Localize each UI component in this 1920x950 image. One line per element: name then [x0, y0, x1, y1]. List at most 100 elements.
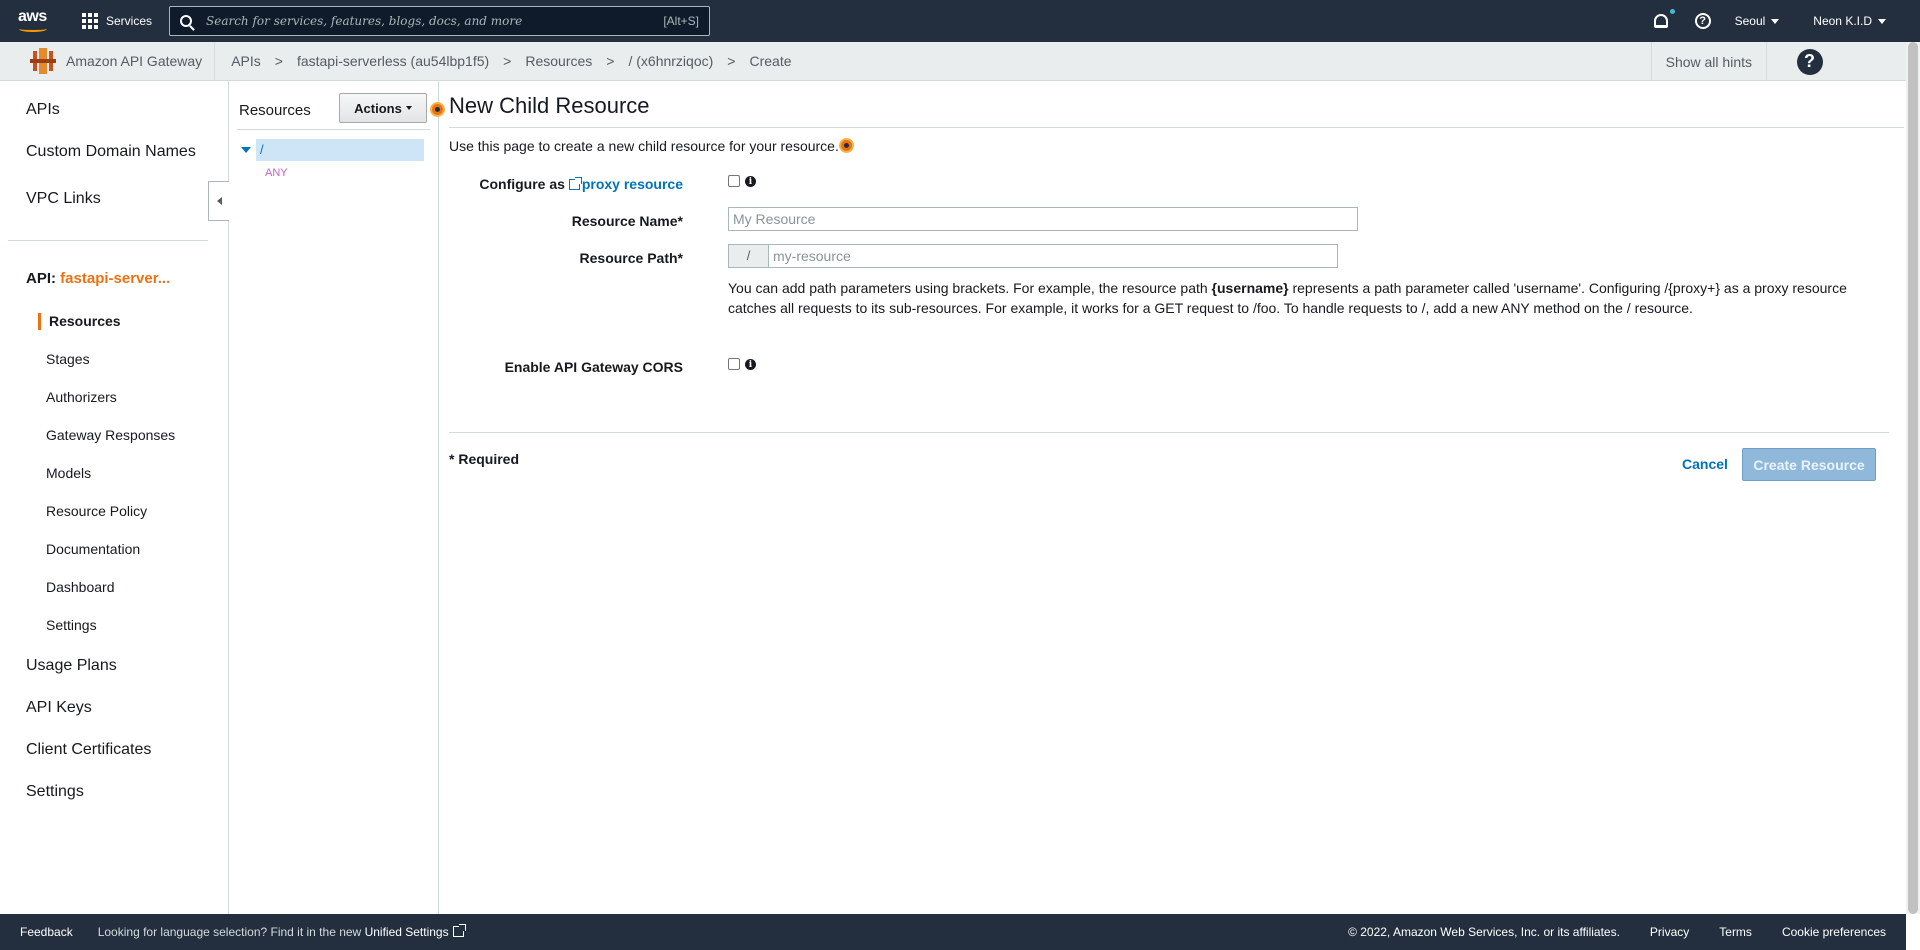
active-indicator	[38, 313, 41, 330]
help-button[interactable]: ?	[1693, 11, 1713, 31]
nav-api-heading[interactable]: API: fastapi-server...	[26, 270, 170, 287]
configure-prefix: Configure as	[479, 176, 565, 192]
search-icon	[180, 15, 192, 27]
services-label: Services	[106, 14, 153, 28]
cors-checkbox[interactable]	[728, 358, 740, 370]
resource-path-label: Resource Path*	[579, 250, 683, 266]
nav-item-apis[interactable]: APIs	[26, 101, 60, 119]
external-link-icon	[568, 177, 582, 190]
nav-item-authorizers[interactable]: Authorizers	[46, 389, 117, 405]
breadcrumb-separator: >	[606, 53, 615, 69]
language-notice: Looking for language selection? Find it …	[97, 924, 466, 939]
nav-item-api-keys[interactable]: API Keys	[26, 699, 92, 717]
resource-path-help: You can add path parameters using bracke…	[728, 278, 1888, 318]
nav-item-stages[interactable]: Stages	[46, 351, 90, 367]
breadcrumb-resource[interactable]: / (x6hnrziqoc)	[628, 53, 713, 69]
proxy-resource-checkbox[interactable]	[728, 175, 740, 187]
show-all-hints-label: Show all hints	[1665, 53, 1752, 70]
service-name-link[interactable]: Amazon API Gateway	[66, 53, 202, 69]
account-menu[interactable]: Neon K.I.D	[1813, 14, 1886, 28]
nav-api-name: fastapi-server...	[60, 270, 171, 287]
resources-panel-title: Resources	[239, 102, 311, 119]
proxy-resource-link[interactable]: proxy resource	[568, 176, 683, 192]
tree-expand-icon[interactable]	[241, 147, 251, 153]
info-icon[interactable]: i	[745, 176, 756, 187]
resource-path-input[interactable]: my-resource	[768, 244, 1338, 268]
resource-tree-root[interactable]: /	[256, 139, 424, 161]
footer-link-privacy[interactable]: Privacy	[1650, 925, 1689, 939]
page-scrollbar[interactable]	[1906, 42, 1920, 914]
nav-item-documentation[interactable]: Documentation	[46, 541, 140, 557]
intro-text: Use this page to create a new child reso…	[449, 138, 839, 154]
grid-icon	[82, 13, 98, 29]
nav-item-gateway-responses[interactable]: Gateway Responses	[46, 427, 175, 443]
main-content: New Child Resource Use this page to crea…	[440, 81, 1906, 914]
breadcrumb: APIs > fastapi-serverless (au54lbp1f5) >…	[231, 53, 791, 69]
nav-item-usage-plans[interactable]: Usage Plans	[26, 657, 117, 675]
help-icon: ?	[1796, 48, 1823, 75]
resource-method-any[interactable]: ANY	[265, 167, 288, 179]
breadcrumb-apis[interactable]: APIs	[231, 53, 261, 69]
page-title: New Child Resource	[449, 93, 650, 118]
page-help-button[interactable]: ?	[1766, 42, 1852, 81]
footer-link-cookie-preferences[interactable]: Cookie preferences	[1782, 925, 1886, 939]
hint-marker-icon[interactable]	[839, 138, 854, 153]
nav-api-prefix: API:	[26, 270, 56, 287]
breadcrumb-bar: Amazon API Gateway APIs > fastapi-server…	[0, 41, 1906, 81]
search-placeholder: Search for services, features, blogs, do…	[206, 14, 523, 28]
nav-item-client-certificates[interactable]: Client Certificates	[26, 741, 151, 759]
collapse-nav-button[interactable]	[208, 181, 229, 221]
services-menu-button[interactable]: Services	[82, 0, 152, 42]
resource-name-input[interactable]: My Resource	[728, 207, 1358, 231]
nav-item-resources[interactable]: Resources	[49, 313, 121, 329]
nav-divider	[8, 240, 208, 241]
feedback-link[interactable]: Feedback	[20, 925, 73, 939]
region-label: Seoul	[1734, 14, 1766, 28]
breadcrumb-resources[interactable]: Resources	[525, 53, 592, 69]
unified-settings-link[interactable]: Unified Settings	[364, 924, 466, 939]
caret-down-icon	[1878, 18, 1886, 24]
copyright-text: © 2022, Amazon Web Services, Inc. or its…	[1348, 925, 1620, 939]
unified-settings-label: Unified Settings	[364, 925, 449, 939]
notification-dot	[1669, 9, 1675, 14]
form-divider	[449, 432, 1889, 433]
scrollbar-thumb[interactable]	[1908, 42, 1918, 914]
info-icon[interactable]: i	[745, 359, 756, 370]
nav-item-vpc-links[interactable]: VPC Links	[26, 190, 101, 208]
aws-smile-icon	[19, 26, 47, 32]
help-text-1: You can add path parameters using bracke…	[728, 280, 1208, 296]
api-gateway-logo-icon	[30, 48, 56, 74]
configure-proxy-label: Configure as proxy resource	[479, 176, 683, 192]
nav-item-api-settings[interactable]: Settings	[46, 617, 97, 633]
notifications-button[interactable]	[1651, 9, 1675, 31]
nav-item-resource-policy[interactable]: Resource Policy	[46, 503, 147, 519]
required-note: * Required	[449, 451, 520, 467]
create-resource-button[interactable]: Create Resource	[1742, 448, 1876, 481]
breadcrumb-separator: >	[503, 53, 512, 69]
divider	[237, 129, 431, 130]
help-text-bold: {username}	[1211, 280, 1289, 296]
aws-logo[interactable]: aws	[18, 8, 50, 34]
show-all-hints-button[interactable]: Show all hints	[1650, 42, 1752, 81]
nav-item-dashboard[interactable]: Dashboard	[46, 579, 115, 595]
nav-item-models[interactable]: Models	[46, 465, 91, 481]
nav-item-custom-domain-names[interactable]: Custom Domain Names	[26, 143, 196, 161]
actions-label: Actions	[354, 100, 402, 116]
divider	[214, 41, 216, 81]
footer-link-terms[interactable]: Terms	[1719, 925, 1752, 939]
help-icon: ?	[1694, 13, 1711, 29]
resources-panel: Resources Actions / ANY	[229, 81, 445, 914]
aws-logo-text: aws	[18, 8, 47, 25]
region-menu[interactable]: Seoul	[1735, 14, 1780, 28]
language-notice-text: Looking for language selection? Find it …	[97, 925, 362, 939]
proxy-resource-label: proxy resource	[581, 176, 683, 192]
left-navigation: APIs Custom Domain Names VPC Links API: …	[0, 81, 229, 914]
bell-icon	[1653, 14, 1668, 28]
nav-item-settings[interactable]: Settings	[26, 783, 84, 801]
cors-label: Enable API Gateway CORS	[504, 359, 683, 375]
cancel-button[interactable]: Cancel	[1682, 456, 1728, 472]
search-input[interactable]: Search for services, features, blogs, do…	[169, 6, 710, 36]
caret-down-icon	[405, 106, 412, 110]
breadcrumb-api[interactable]: fastapi-serverless (au54lbp1f5)	[297, 53, 489, 69]
actions-dropdown-button[interactable]: Actions	[339, 93, 427, 123]
